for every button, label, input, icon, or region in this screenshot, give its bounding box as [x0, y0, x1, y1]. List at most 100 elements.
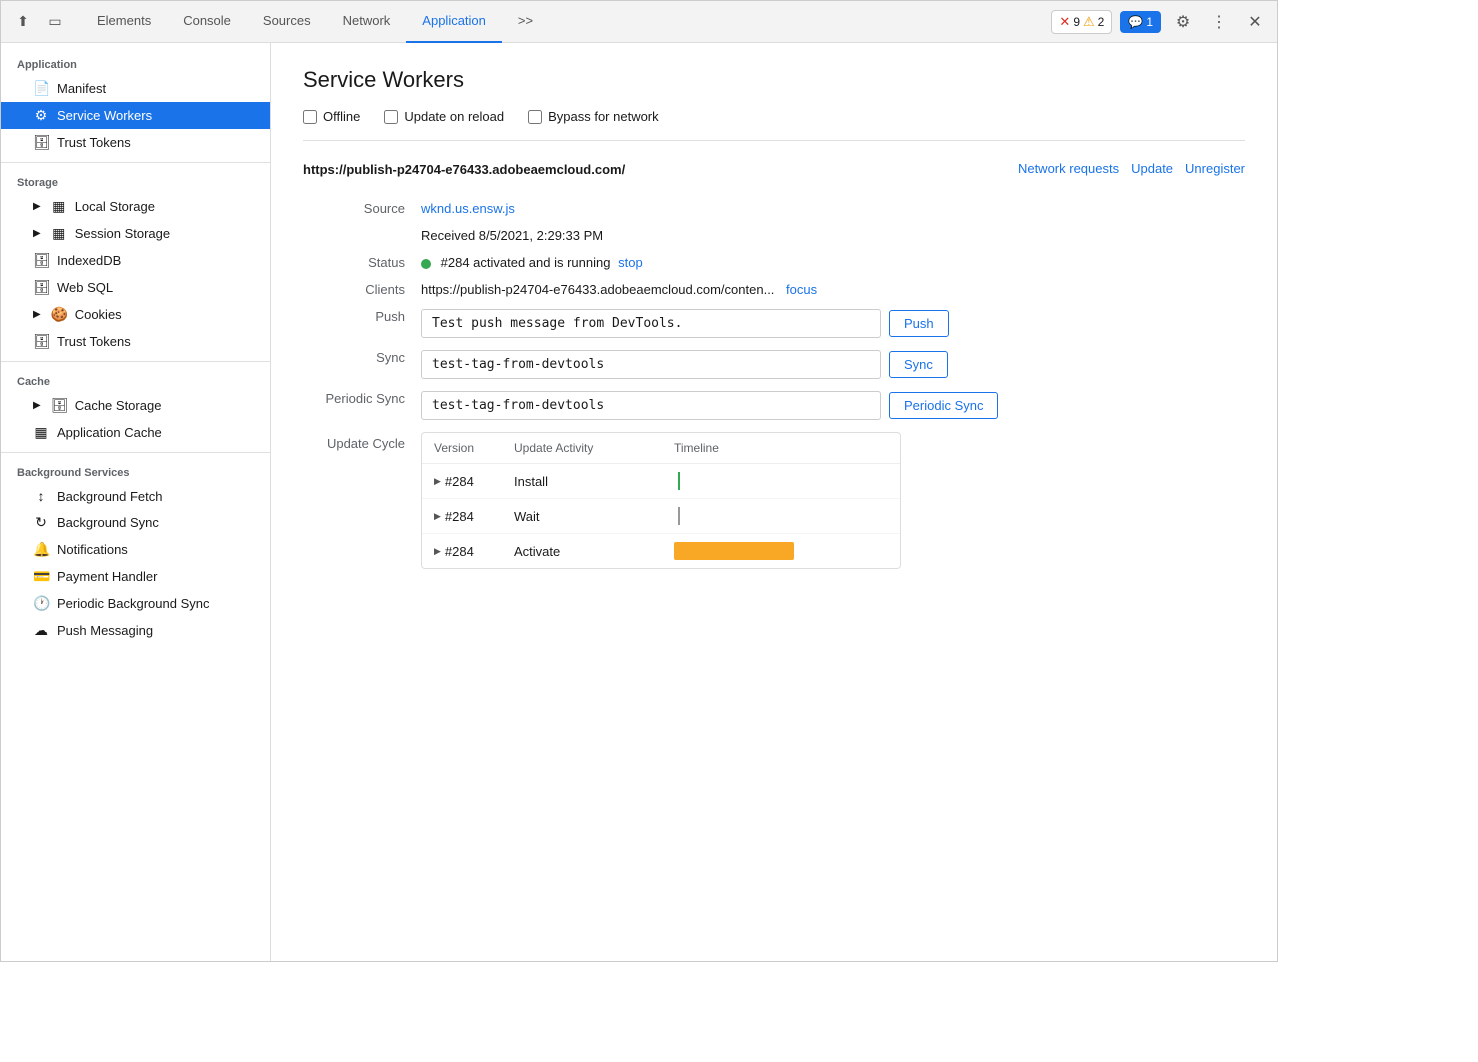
sidebar-cache-storage-label: Cache Storage	[75, 398, 162, 413]
version-install-num: #284	[445, 474, 474, 489]
sidebar-item-session-storage[interactable]: ▶ ▦ Session Storage	[1, 220, 270, 247]
cycle-row-wait: ▶ #284 Wait	[422, 499, 900, 534]
tab-network[interactable]: Network	[327, 1, 407, 43]
tab-more[interactable]: >>	[502, 1, 549, 43]
settings-icon[interactable]: ⚙	[1169, 8, 1197, 36]
push-label: Push	[303, 303, 413, 344]
activity-activate: Activate	[514, 544, 674, 559]
sidebar-item-manifest[interactable]: 📄 Manifest	[1, 75, 270, 102]
sidebar-item-push-messaging[interactable]: ☁ Push Messaging	[1, 617, 270, 644]
source-file-link[interactable]: wknd.us.ensw.js	[421, 201, 515, 216]
offline-checkbox-input[interactable]	[303, 110, 317, 124]
periodic-sync-input-row: Periodic Sync	[421, 391, 1237, 420]
sidebar-item-trust-tokens[interactable]: 🗄 Trust Tokens	[1, 328, 270, 355]
sidebar-section-application: Application	[1, 51, 270, 75]
toolbar: ⬆ ▭ Elements Console Sources Network App…	[1, 1, 1277, 43]
push-input-row: Push	[421, 309, 1237, 338]
sw-detail-table: Source wknd.us.ensw.js Received 8/5/2021…	[303, 195, 1245, 575]
sidebar-item-bg-fetch[interactable]: ↕ Background Fetch	[1, 483, 270, 509]
col-version: Version	[434, 441, 514, 455]
stop-link[interactable]: stop	[618, 255, 643, 270]
sidebar-session-storage-label: Session Storage	[75, 226, 170, 241]
periodic-sync-value: Periodic Sync	[413, 385, 1245, 426]
more-icon[interactable]: ⋮	[1205, 8, 1233, 36]
cycle-row-activate: ▶ #284 Activate	[422, 534, 900, 568]
version-activate-num: #284	[445, 544, 474, 559]
warn-count: 2	[1098, 15, 1105, 29]
sw-url: https://publish-p24704-e76433.adobeaemcl…	[303, 161, 625, 179]
sidebar-item-application-cache[interactable]: ▦ Application Cache	[1, 419, 270, 446]
sidebar-item-web-sql[interactable]: 🗄 Web SQL	[1, 274, 270, 301]
offline-checkbox[interactable]: Offline	[303, 109, 360, 124]
clients-url: https://publish-p24704-e76433.adobeaemcl…	[421, 282, 774, 297]
sidebar-item-local-storage[interactable]: ▶ ▦ Local Storage	[1, 193, 270, 220]
sidebar-bg-sync-label: Background Sync	[57, 515, 159, 530]
tab-application[interactable]: Application	[406, 1, 502, 43]
update-on-reload-input[interactable]	[384, 110, 398, 124]
sidebar-item-service-workers[interactable]: ⚙ Service Workers	[1, 102, 270, 129]
chevron-local-storage: ▶	[33, 201, 41, 212]
unregister-link[interactable]: Unregister	[1185, 161, 1245, 176]
source-label: Source	[303, 195, 413, 222]
options-row: Offline Update on reload Bypass for netw…	[303, 109, 1245, 141]
sidebar-item-periodic-bg-sync[interactable]: 🕐 Periodic Background Sync	[1, 590, 270, 617]
mobile-icon[interactable]: ▭	[41, 8, 69, 36]
sidebar-item-indexeddb[interactable]: 🗄 IndexedDB	[1, 247, 270, 274]
bg-sync-icon: ↻	[33, 514, 49, 531]
network-requests-link[interactable]: Network requests	[1018, 161, 1119, 176]
devtools-mode-icons: ⬆ ▭	[9, 8, 69, 36]
tri-activate: ▶	[434, 546, 441, 557]
bypass-for-network-label: Bypass for network	[548, 109, 659, 124]
sidebar-cookies-label: Cookies	[75, 307, 122, 322]
periodic-sync-input[interactable]	[421, 391, 881, 420]
tab-console[interactable]: Console	[167, 1, 247, 43]
clients-value: https://publish-p24704-e76433.adobeaemcl…	[413, 276, 1245, 303]
toolbar-right: ✕ 9 ⚠ 2 💬 1 ⚙ ⋮ ✕	[1051, 8, 1269, 36]
sidebar-item-bg-sync[interactable]: ↻ Background Sync	[1, 509, 270, 536]
sw-url-row: https://publish-p24704-e76433.adobeaemcl…	[303, 161, 1245, 179]
timeline-bar-install	[678, 472, 680, 490]
close-icon[interactable]: ✕	[1241, 8, 1269, 36]
push-button[interactable]: Push	[889, 310, 949, 337]
timeline-bar-activate	[674, 542, 794, 560]
sidebar-trust-tokens-label: Trust Tokens	[57, 334, 131, 349]
divider-cache	[1, 361, 270, 362]
bypass-for-network-checkbox[interactable]: Bypass for network	[528, 109, 659, 124]
sidebar-item-payment-handler[interactable]: 💳 Payment Handler	[1, 563, 270, 590]
content-panel: Service Workers Offline Update on reload…	[271, 43, 1277, 961]
sync-input[interactable]	[421, 350, 881, 379]
cursor-icon[interactable]: ⬆	[9, 8, 37, 36]
notifications-icon: 🔔	[33, 541, 49, 558]
sidebar-item-notifications[interactable]: 🔔 Notifications	[1, 536, 270, 563]
version-activate: ▶ #284	[434, 544, 514, 559]
update-cycle-row-outer: Update Cycle Version Update Activity Tim…	[303, 426, 1245, 575]
update-link[interactable]: Update	[1131, 161, 1173, 176]
bypass-for-network-input[interactable]	[528, 110, 542, 124]
version-wait-num: #284	[445, 509, 474, 524]
push-input[interactable]	[421, 309, 881, 338]
storage-icon: 🗄	[33, 134, 49, 151]
activity-install: Install	[514, 474, 674, 489]
manifest-icon: 📄	[33, 80, 49, 97]
sync-button[interactable]: Sync	[889, 351, 948, 378]
devtools-tabs: Elements Console Sources Network Applica…	[81, 1, 1051, 43]
update-on-reload-checkbox[interactable]: Update on reload	[384, 109, 504, 124]
sidebar-item-cache-storage[interactable]: ▶ 🗄 Cache Storage	[1, 392, 270, 419]
push-messaging-icon: ☁	[33, 622, 49, 639]
focus-link[interactable]: focus	[786, 282, 817, 297]
source-row: Source wknd.us.ensw.js	[303, 195, 1245, 222]
sidebar-item-cookies[interactable]: ▶ 🍪 Cookies	[1, 301, 270, 328]
periodic-bg-sync-icon: 🕐	[33, 595, 49, 612]
tab-elements[interactable]: Elements	[81, 1, 167, 43]
info-badge[interactable]: 💬 1	[1120, 11, 1161, 33]
sidebar-section-cache-label: Cache	[1, 368, 270, 392]
update-cycle-header: Version Update Activity Timeline	[422, 433, 900, 464]
sidebar-notifications-label: Notifications	[57, 542, 128, 557]
periodic-sync-button[interactable]: Periodic Sync	[889, 392, 998, 419]
error-badge[interactable]: ✕ 9 ⚠ 2	[1051, 10, 1112, 34]
status-value: #284 activated and is running stop	[413, 249, 1245, 276]
service-workers-icon: ⚙	[33, 107, 49, 124]
tab-sources[interactable]: Sources	[247, 1, 327, 43]
sidebar-item-storage[interactable]: 🗄 Trust Tokens	[1, 129, 270, 156]
received-value: Received 8/5/2021, 2:29:33 PM	[413, 222, 1245, 249]
